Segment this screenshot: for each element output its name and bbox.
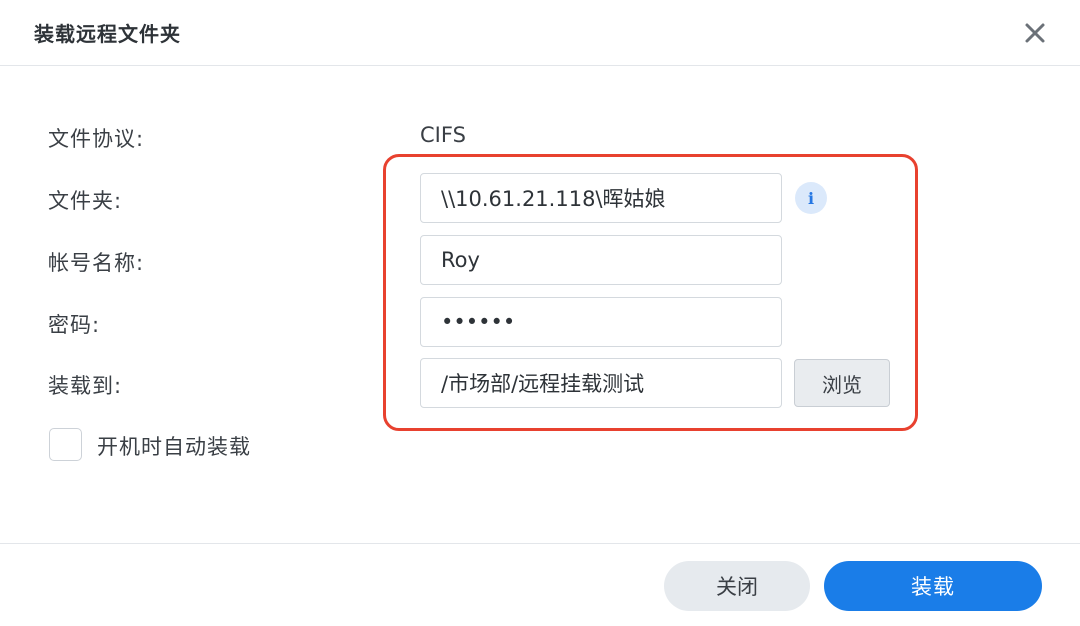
- protocol-label: 文件协议:: [48, 127, 145, 151]
- folder-field[interactable]: [420, 173, 782, 223]
- password-label: 密码:: [48, 313, 101, 337]
- close-button[interactable]: [1018, 16, 1052, 50]
- mount-remote-folder-dialog: 装载远程文件夹 文件协议: CIFS 文件夹: i 帐号名称: 密码: 装载到:…: [0, 0, 1080, 626]
- dialog-header: 装载远程文件夹: [0, 0, 1080, 66]
- account-field[interactable]: [420, 235, 782, 285]
- dialog-title: 装载远程文件夹: [34, 22, 181, 46]
- auto-mount-label[interactable]: 开机时自动装载: [97, 431, 251, 461]
- mount-to-field[interactable]: [420, 358, 782, 408]
- auto-mount-checkbox[interactable]: [49, 428, 82, 461]
- mount-to-label: 装载到:: [48, 374, 123, 398]
- mount-button[interactable]: 装载: [824, 561, 1042, 611]
- mount-to-input[interactable]: [421, 359, 781, 407]
- folder-input[interactable]: [421, 174, 781, 222]
- browse-button[interactable]: 浏览: [794, 359, 890, 407]
- folder-label: 文件夹:: [48, 189, 123, 213]
- account-label: 帐号名称:: [48, 251, 145, 275]
- close-dialog-button[interactable]: 关闭: [664, 561, 810, 611]
- info-icon[interactable]: i: [795, 182, 827, 214]
- password-field[interactable]: [420, 297, 782, 347]
- account-input[interactable]: [421, 236, 781, 284]
- password-input[interactable]: [421, 298, 781, 346]
- close-icon: [1025, 23, 1045, 43]
- protocol-value: CIFS: [420, 123, 466, 147]
